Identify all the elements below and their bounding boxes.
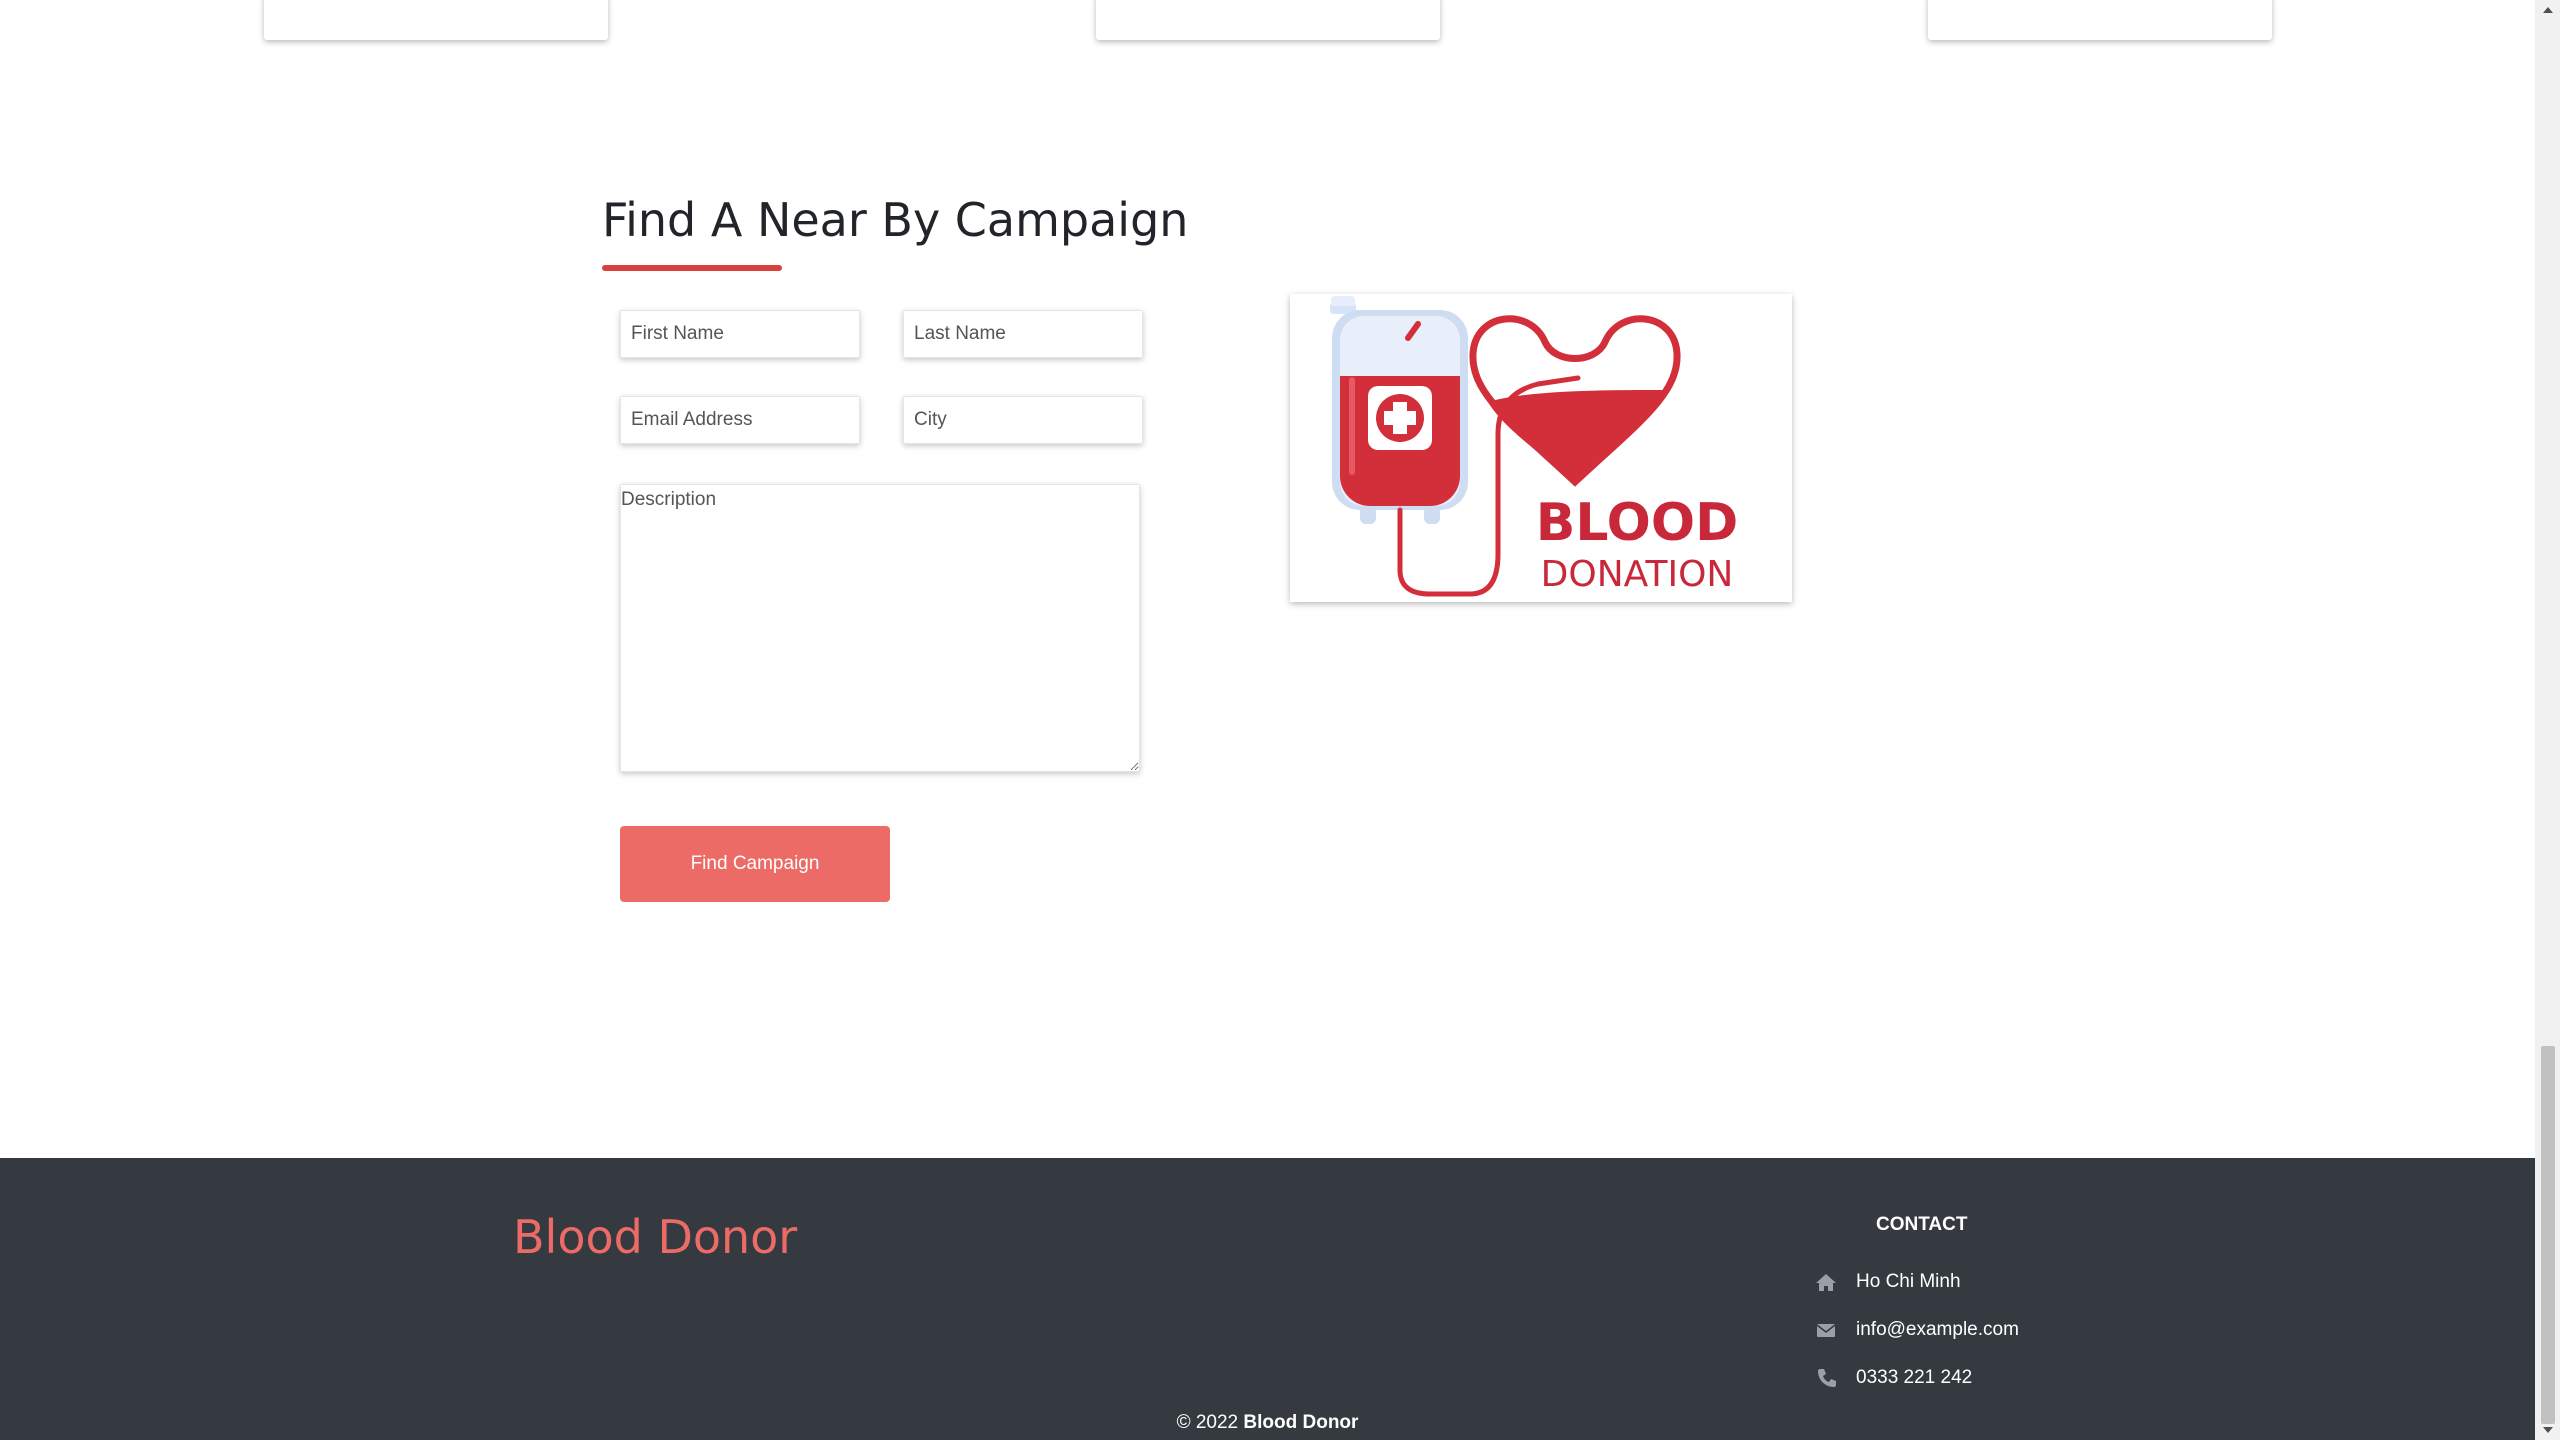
contact-address-text: Ho Chi Minh [1856, 1271, 1961, 1292]
blood-donation-illustration: BLOOD DONATION [1290, 294, 1792, 602]
find-campaign-button[interactable]: Find Campaign [620, 826, 890, 902]
envelope-icon [1814, 1318, 1838, 1342]
footer [0, 1158, 2535, 1440]
feature-card-3 [1928, 0, 2272, 40]
contact-email: info@example.com [1814, 1316, 2019, 1344]
contact-email-text[interactable]: info@example.com [1856, 1319, 2019, 1341]
feature-card-2 [1096, 0, 1440, 40]
email-input[interactable] [620, 396, 860, 444]
cross-horizontal [1384, 411, 1416, 425]
bag-hook [1331, 296, 1355, 306]
blood-donation-graphic: BLOOD DONATION [1330, 296, 1739, 597]
contact-phone-text: 0333 221 242 [1856, 1367, 1973, 1388]
copyright-brand: Blood Donor [1243, 1412, 1359, 1433]
copyright-prefix: © 2022 [1176, 1412, 1239, 1433]
phone-icon [1814, 1366, 1838, 1390]
scroll-up-arrow-icon[interactable] [2535, 0, 2560, 20]
vertical-scrollbar[interactable] [2535, 0, 2560, 1440]
main-content: Find A Near By Campaign Find Campaign [0, 0, 2535, 1440]
feature-card-1 [264, 0, 608, 40]
section-title: Find A Near By Campaign [602, 193, 1189, 247]
heart-blood [1488, 390, 1666, 482]
first-name-input[interactable] [620, 310, 860, 358]
bag-port-left [1360, 506, 1376, 524]
description-textarea[interactable] [620, 484, 1140, 772]
bag-port-right [1424, 506, 1440, 524]
footer-brand: Blood Donor [513, 1210, 798, 1264]
page: Find A Near By Campaign Find Campaign [0, 0, 2560, 1440]
illustration-line1: BLOOD [1536, 493, 1739, 553]
home-icon [1814, 1270, 1838, 1294]
contact-title: CONTACT [1876, 1214, 1968, 1235]
copyright: © 2022 Blood Donor [0, 1412, 2535, 1434]
title-underline [602, 265, 782, 271]
illustration-line2: DONATION [1541, 554, 1734, 595]
city-input[interactable] [903, 396, 1143, 444]
last-name-input[interactable] [903, 310, 1143, 358]
contact-phone: 0333 221 242 [1814, 1364, 1972, 1392]
contact-address: Ho Chi Minh [1814, 1268, 1961, 1296]
scroll-down-arrow-icon[interactable] [2535, 1420, 2560, 1440]
scrollbar-thumb[interactable] [2541, 1046, 2555, 1424]
